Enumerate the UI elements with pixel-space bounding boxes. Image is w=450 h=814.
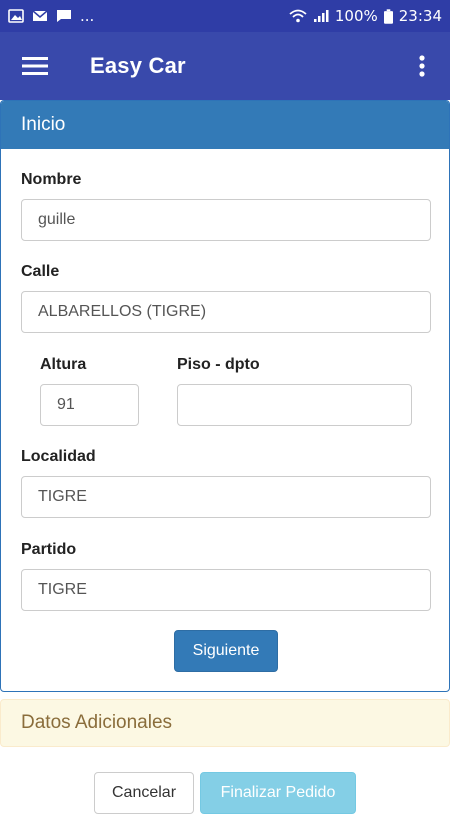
- menu-button[interactable]: [0, 32, 70, 100]
- nombre-label: Nombre: [21, 171, 82, 188]
- panel-inicio-header[interactable]: Inicio: [1, 101, 449, 149]
- app-title: Easy Car: [90, 53, 186, 78]
- partido-label: Partido: [21, 541, 77, 558]
- status-bar: ... 100% 23:34: [0, 0, 450, 32]
- more-vert-icon: [419, 55, 425, 77]
- localidad-input[interactable]: TIGRE: [21, 476, 431, 518]
- siguiente-button[interactable]: Siguiente: [174, 630, 278, 672]
- panel-inicio: Inicio Nombre guille Calle ALBARELLOS (T…: [0, 100, 450, 692]
- signal-icon: [313, 10, 329, 22]
- calle-input[interactable]: ALBARELLOS (TIGRE): [21, 291, 431, 333]
- image-icon: [8, 9, 24, 23]
- partido-input[interactable]: TIGRE: [21, 569, 431, 611]
- chat-icon: [57, 10, 71, 22]
- nombre-input[interactable]: guille: [21, 199, 431, 241]
- altura-label: Altura: [40, 356, 87, 373]
- panel-datos-adicionales-header[interactable]: Datos Adicionales: [0, 699, 450, 747]
- calle-label: Calle: [21, 263, 60, 280]
- clock: 23:34: [398, 7, 442, 25]
- notification-icons: ...: [8, 7, 94, 25]
- wifi-icon: [289, 9, 307, 23]
- hamburger-menu-icon: [22, 57, 48, 75]
- altura-input[interactable]: 91: [40, 384, 139, 426]
- piso-dpto-label: Piso - dpto: [177, 356, 260, 373]
- mail-icon: [32, 10, 48, 21]
- battery-icon: [383, 8, 393, 24]
- battery-percent: 100%: [334, 7, 378, 25]
- cancel-button[interactable]: Cancelar: [94, 772, 194, 814]
- piso-dpto-input[interactable]: [177, 384, 412, 426]
- localidad-label: Localidad: [21, 448, 96, 465]
- finalizar-pedido-button[interactable]: Finalizar Pedido: [200, 772, 356, 814]
- more-notifications: ...: [80, 7, 95, 25]
- overflow-menu-button[interactable]: [394, 32, 450, 100]
- app-bar: Easy Car: [0, 32, 450, 100]
